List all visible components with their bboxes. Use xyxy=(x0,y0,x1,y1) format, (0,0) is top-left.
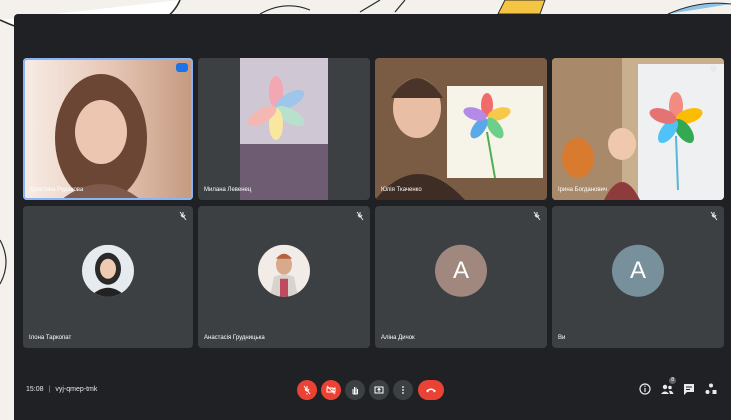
participant-name: Милана Левенец xyxy=(204,187,252,193)
mic-off-icon xyxy=(710,65,717,72)
participant-name: Ви xyxy=(558,335,566,341)
participant-name: Аліна Дичок xyxy=(381,335,415,341)
mic-off-icon xyxy=(179,211,187,221)
meeting-separator: | xyxy=(48,386,51,393)
participant-tile[interactable]: Милана Левенец xyxy=(198,58,370,200)
mic-toggle-button[interactable] xyxy=(297,380,317,400)
mic-off-icon xyxy=(356,211,364,221)
info-icon[interactable] xyxy=(638,382,652,396)
people-count-badge: 8 xyxy=(669,377,676,384)
more-icon xyxy=(402,386,404,394)
participant-video xyxy=(23,58,193,200)
participant-name: Юлія Ткаченко xyxy=(381,187,422,193)
participant-tile[interactable]: A Ви xyxy=(552,206,724,348)
mic-off-icon xyxy=(533,211,541,221)
participant-name: Ірина Богданович xyxy=(558,187,608,193)
camera-off-icon xyxy=(326,385,336,395)
raise-hand-icon xyxy=(352,387,358,395)
activities-icon[interactable] xyxy=(704,382,718,396)
participant-video xyxy=(375,58,547,200)
chat-icon[interactable] xyxy=(682,382,696,396)
meeting-window: Христина Рудакова Милана Левенец Юлія Тк… xyxy=(14,14,731,420)
mic-off-icon xyxy=(303,385,311,395)
people-icon xyxy=(661,384,674,394)
participant-name: Анастасія Грудницька xyxy=(204,335,265,341)
raise-hand-button[interactable] xyxy=(345,380,365,400)
meeting-details: 15:08 | vyj-qmep-tmk xyxy=(26,386,97,393)
participant-tile[interactable]: Ірина Богданович xyxy=(552,58,724,200)
avatar xyxy=(82,244,134,297)
participant-name: Ілона Таркопат xyxy=(29,335,72,341)
end-call-button[interactable] xyxy=(418,380,444,400)
participant-tile[interactable]: Юлія Ткаченко xyxy=(375,58,547,200)
mic-off-icon xyxy=(710,211,718,221)
avatar xyxy=(258,244,310,297)
participant-video xyxy=(552,58,724,200)
meeting-code: vyj-qmep-tmk xyxy=(55,386,98,393)
camera-toggle-button[interactable] xyxy=(321,380,341,400)
people-button[interactable]: 8 xyxy=(660,377,676,396)
meeting-time: 15:08 xyxy=(26,386,44,393)
avatar: A xyxy=(435,244,487,297)
participant-tile[interactable]: Анастасія Грудницька xyxy=(198,206,370,348)
avatar: A xyxy=(612,244,664,297)
present-icon xyxy=(374,386,384,394)
more-options-button[interactable] xyxy=(393,380,413,400)
participant-video xyxy=(240,58,328,200)
participant-name: Христина Рудакова xyxy=(29,187,84,193)
participant-tile[interactable]: A Аліна Дичок xyxy=(375,206,547,348)
speaking-indicator-icon xyxy=(176,63,188,72)
end-call-icon xyxy=(426,388,436,393)
present-button[interactable] xyxy=(369,380,389,400)
participant-tile[interactable]: Ілона Таркопат xyxy=(23,206,193,348)
bottom-toolbar: 15:08 | vyj-qmep-tmk 8 xyxy=(14,362,731,420)
participant-tile[interactable]: Христина Рудакова xyxy=(23,58,193,200)
